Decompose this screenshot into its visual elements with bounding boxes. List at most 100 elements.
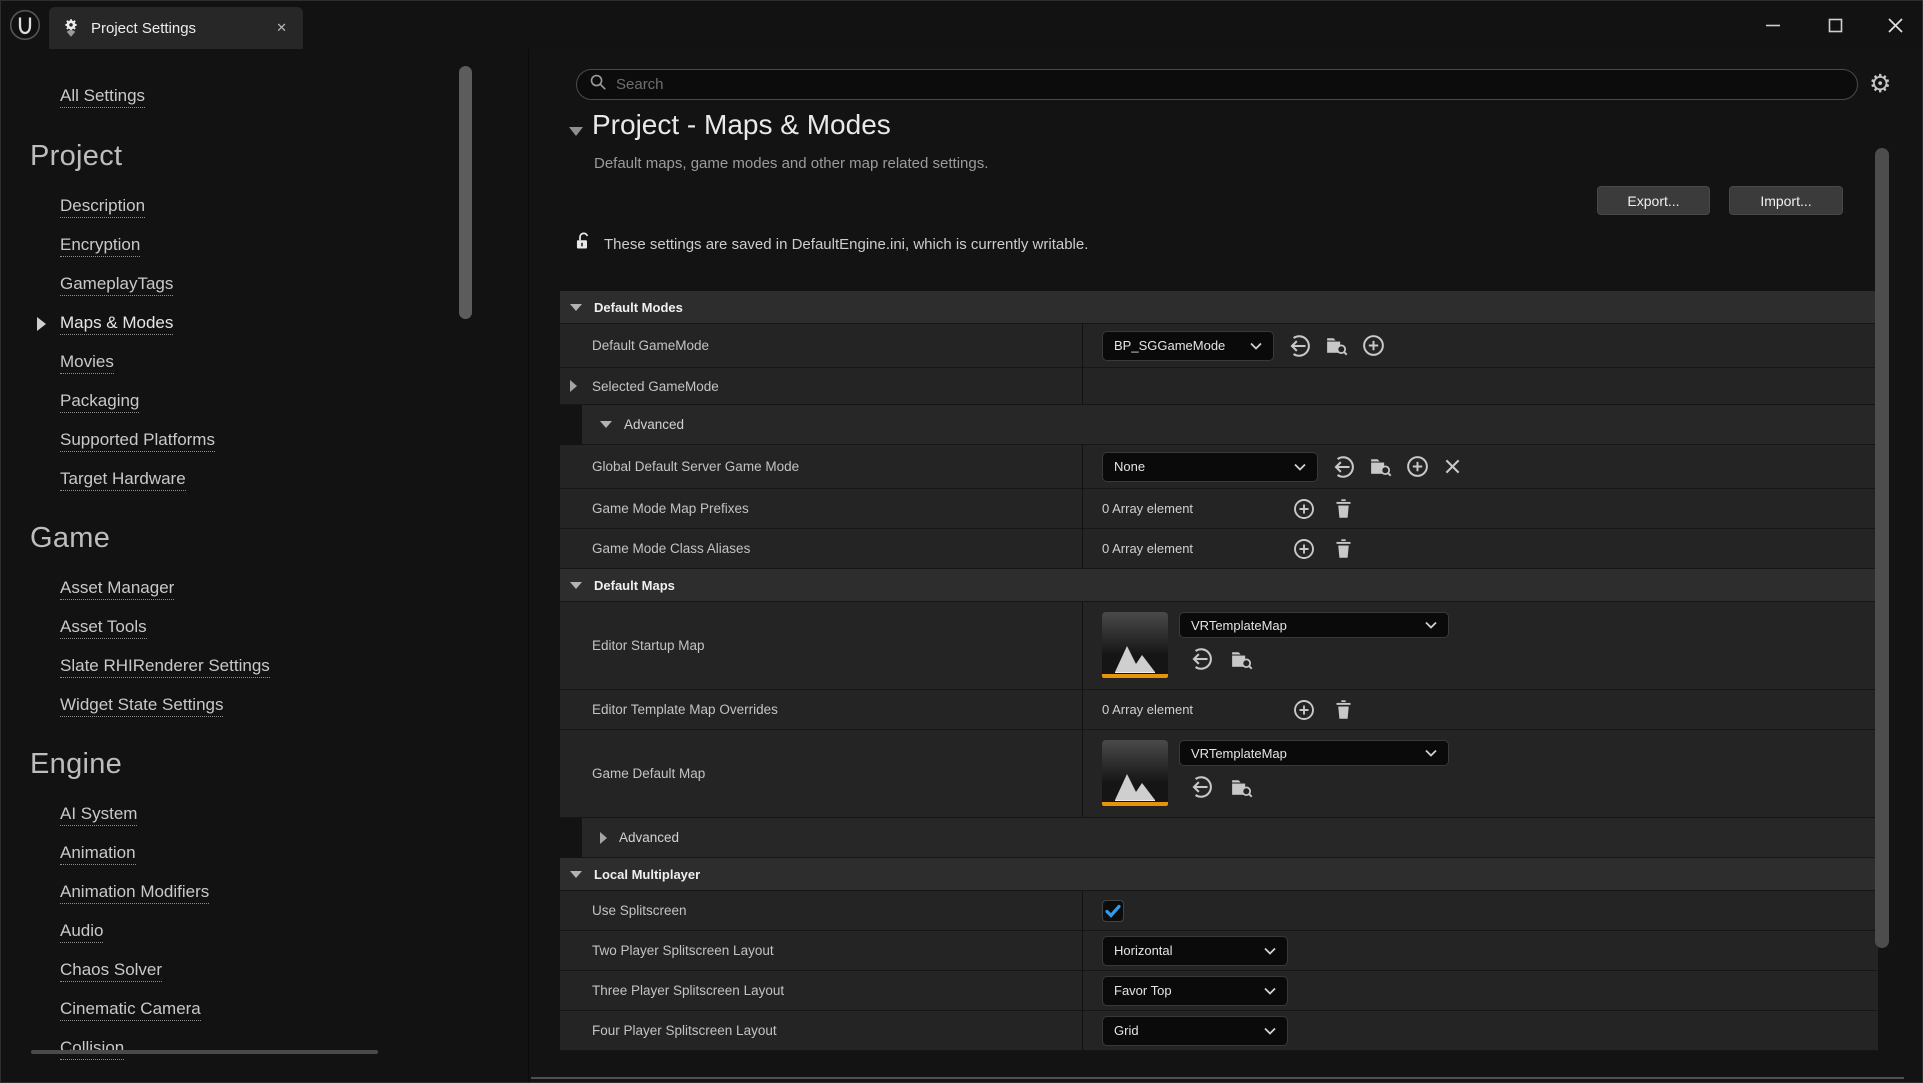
add-element-icon[interactable]	[1361, 333, 1386, 358]
subsection-advanced-default-modes[interactable]: Advanced	[582, 405, 1878, 445]
main-vertical-scrollbar[interactable]	[1875, 148, 1889, 948]
page-subtitle: Default maps, game modes and other map r…	[594, 155, 988, 172]
browse-to-asset-icon[interactable]	[1229, 646, 1254, 672]
sidebar-item-ai-system[interactable]: AI System	[1, 795, 528, 834]
browse-to-asset-icon[interactable]	[1324, 333, 1349, 358]
three-player-splitscreen-dropdown[interactable]: Favor Top	[1102, 976, 1288, 1006]
browse-to-asset-icon[interactable]	[1368, 454, 1393, 479]
global-default-server-game-mode-dropdown[interactable]: None	[1102, 452, 1318, 482]
window-close-button[interactable]	[1872, 1, 1918, 49]
row-selected-gamemode[interactable]: Selected GameMode	[560, 368, 1878, 405]
row-game-default-map: Game Default Map VRTemplateMap	[560, 730, 1878, 818]
default-gamemode-dropdown[interactable]: BP_SGGameMode	[1102, 331, 1274, 361]
use-selected-asset-icon[interactable]	[1286, 333, 1312, 359]
sidebar-item-widget-state-settings[interactable]: Widget State Settings	[1, 686, 528, 725]
sidebar-horizontal-scrollbar[interactable]	[31, 1050, 378, 1054]
editor-startup-map-dropdown[interactable]: VRTemplateMap	[1179, 612, 1449, 638]
search-input[interactable]	[616, 76, 1845, 93]
expander-right-icon[interactable]	[570, 380, 577, 392]
add-element-icon[interactable]	[1405, 454, 1430, 479]
project-settings-window: Project Settings ✕ All Settings Project …	[0, 0, 1923, 1083]
map-asset-thumbnail[interactable]	[1102, 612, 1168, 678]
add-element-icon[interactable]	[1292, 497, 1316, 521]
expander-right-icon[interactable]	[600, 832, 607, 844]
tab-title: Project Settings	[91, 20, 272, 37]
delete-icon[interactable]	[1333, 537, 1354, 560]
row-editor-startup-map: Editor Startup Map VRTemplateMap	[560, 602, 1878, 690]
row-editor-template-map-overrides: Editor Template Map Overrides 0 Array el…	[560, 690, 1878, 730]
sidebar-item-movies[interactable]: Movies	[1, 343, 528, 382]
expander-down-icon[interactable]	[600, 421, 612, 428]
clear-icon[interactable]	[1442, 456, 1463, 477]
export-button[interactable]: Export...	[1597, 186, 1710, 215]
import-button[interactable]: Import...	[1729, 186, 1843, 215]
chevron-down-icon	[1264, 947, 1276, 955]
chevron-down-icon	[1294, 463, 1306, 471]
section-header-local-multiplayer[interactable]: Local Multiplayer	[560, 858, 1878, 891]
sidebar-item-chaos-solver[interactable]: Chaos Solver	[1, 951, 528, 990]
four-player-splitscreen-dropdown[interactable]: Grid	[1102, 1016, 1288, 1046]
use-selected-asset-icon[interactable]	[1330, 454, 1356, 480]
sidebar-item-packaging[interactable]: Packaging	[1, 382, 528, 421]
add-element-icon[interactable]	[1292, 537, 1316, 561]
tab-close-icon[interactable]: ✕	[272, 18, 291, 38]
section-header-default-modes[interactable]: Default Modes	[560, 291, 1878, 324]
chevron-down-icon	[1250, 342, 1262, 350]
search-box[interactable]	[576, 69, 1858, 100]
sidebar-item-maps-and-modes[interactable]: Maps & Modes	[1, 304, 528, 343]
sidebar-item-encryption[interactable]: Encryption	[1, 226, 528, 265]
array-element-count: 0 Array element	[1102, 541, 1280, 556]
expander-down-icon[interactable]	[570, 871, 582, 878]
sidebar-item-slate-rhirenderer-settings[interactable]: Slate RHIRenderer Settings	[1, 647, 528, 686]
sidebar-item-audio[interactable]: Audio	[1, 912, 528, 951]
two-player-splitscreen-dropdown[interactable]: Horizontal	[1102, 936, 1288, 966]
row-three-player-splitscreen-layout: Three Player Splitscreen Layout Favor To…	[560, 971, 1878, 1011]
project-settings-icon	[61, 18, 81, 38]
tab-project-settings[interactable]: Project Settings ✕	[49, 7, 303, 49]
gear-icon[interactable]: ⚙	[1869, 67, 1891, 101]
sidebar-vertical-scrollbar[interactable]	[459, 66, 472, 319]
game-default-map-dropdown[interactable]: VRTemplateMap	[1179, 740, 1449, 766]
title-bar: Project Settings ✕	[1, 1, 1922, 49]
sidebar-item-gameplaytags[interactable]: GameplayTags	[1, 265, 528, 304]
sidebar-item-animation-modifiers[interactable]: Animation Modifiers	[1, 873, 528, 912]
row-default-gamemode: Default GameMode BP_SGGameMode	[560, 324, 1878, 368]
sidebar-item-target-hardware[interactable]: Target Hardware	[1, 460, 528, 499]
sidebar-section-engine: Engine	[1, 733, 528, 795]
use-splitscreen-checkbox[interactable]	[1102, 900, 1124, 922]
map-asset-thumbnail[interactable]	[1102, 740, 1168, 806]
sidebar-item-description[interactable]: Description	[1, 187, 528, 226]
settings-sidebar: All Settings Project Description Encrypt…	[1, 49, 528, 1082]
use-selected-asset-icon[interactable]	[1188, 774, 1214, 800]
sidebar-item-animation[interactable]: Animation	[1, 834, 528, 873]
sidebar-item-collision[interactable]: Collision	[1, 1029, 528, 1068]
chevron-down-icon	[1425, 749, 1437, 757]
subsection-advanced-default-maps[interactable]: Advanced	[582, 818, 1878, 858]
section-header-default-maps[interactable]: Default Maps	[560, 569, 1878, 602]
row-use-splitscreen: Use Splitscreen	[560, 891, 1878, 931]
sidebar-item-label: All Settings	[60, 86, 145, 108]
chevron-down-icon	[1264, 1027, 1276, 1035]
browse-to-asset-icon[interactable]	[1229, 774, 1254, 800]
main-horizontal-scrollbar[interactable]	[531, 1077, 1904, 1079]
active-item-triangle-icon	[37, 317, 46, 331]
unreal-engine-logo-icon	[9, 9, 41, 41]
expander-down-icon[interactable]	[570, 304, 582, 311]
sidebar-item-asset-tools[interactable]: Asset Tools	[1, 608, 528, 647]
sidebar-section-project: Project	[1, 125, 528, 187]
window-maximize-button[interactable]	[1812, 1, 1858, 49]
array-element-count: 0 Array element	[1102, 702, 1280, 717]
checkmark-icon	[1104, 902, 1122, 920]
settings-main-panel: ⚙ Project - Maps & Modes Default maps, g…	[528, 49, 1922, 1082]
use-selected-asset-icon[interactable]	[1188, 646, 1214, 672]
sidebar-item-cinematic-camera[interactable]: Cinematic Camera	[1, 990, 528, 1029]
delete-icon[interactable]	[1333, 698, 1354, 721]
sidebar-item-all-settings[interactable]: All Settings	[1, 77, 528, 117]
window-minimize-button[interactable]	[1750, 1, 1796, 49]
page-collapse-triangle-icon[interactable]	[569, 127, 583, 136]
expander-down-icon[interactable]	[570, 582, 582, 589]
sidebar-item-asset-manager[interactable]: Asset Manager	[1, 569, 528, 608]
add-element-icon[interactable]	[1292, 698, 1316, 722]
delete-icon[interactable]	[1333, 497, 1354, 520]
sidebar-item-supported-platforms[interactable]: Supported Platforms	[1, 421, 528, 460]
